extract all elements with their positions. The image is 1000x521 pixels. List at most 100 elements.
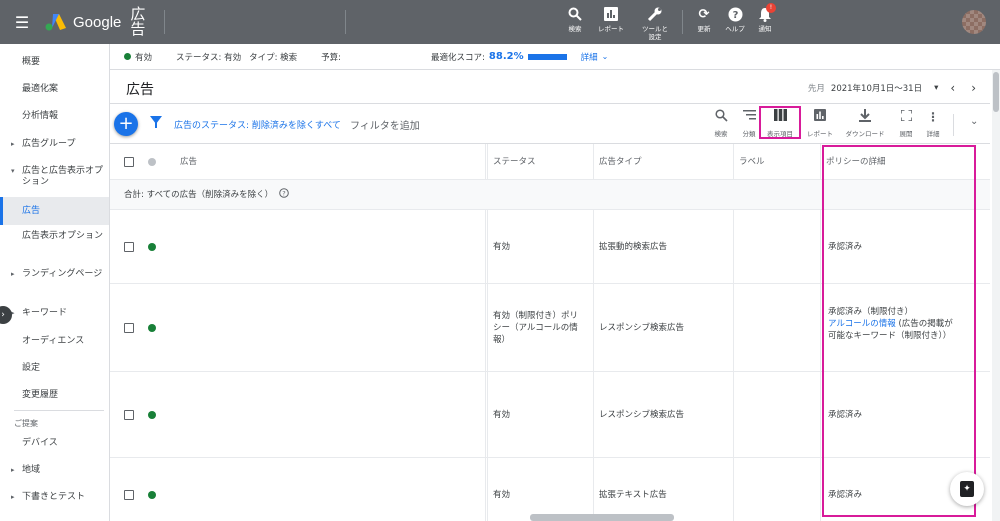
google-ads-logo[interactable]: Google 広告 xyxy=(44,7,146,37)
row-checkbox[interactable] xyxy=(124,284,134,371)
google-ads-logo-mark xyxy=(45,14,66,31)
previous-period-icon[interactable]: ‹ xyxy=(950,81,955,95)
refresh-icon: ⟳ xyxy=(698,6,710,22)
enabled-dot-icon[interactable] xyxy=(148,372,156,457)
top-reports-label: レポート xyxy=(598,25,624,33)
date-range-prefix: 先月 xyxy=(807,84,825,94)
budget-label: 予算: xyxy=(321,52,342,63)
row-checkbox[interactable] xyxy=(124,372,134,457)
highlight-columns-button xyxy=(759,106,801,139)
search-icon xyxy=(714,109,728,125)
enabled-dot-icon[interactable] xyxy=(148,458,156,521)
vertical-scrollbar[interactable] xyxy=(992,70,1000,521)
details-link[interactable]: 詳細 xyxy=(581,51,598,63)
top-notifications-label: 通知 xyxy=(758,25,772,33)
highlight-policy-column xyxy=(822,145,976,517)
sidebar-item-change-history[interactable]: 変更履歴 xyxy=(0,390,109,401)
sidebar-item-ad-extensions[interactable]: 広告表示オプション xyxy=(0,231,109,242)
enabled-dot-icon[interactable] xyxy=(148,210,156,283)
optimization-score-label: 最適化スコア: xyxy=(431,52,485,63)
top-notifications-button[interactable]: ! 通知 xyxy=(745,3,785,33)
column-header-status[interactable]: ステータス xyxy=(493,144,536,179)
campaign-status-bar: 有効 ステータス: 有効 タイプ: 検索 予算: 最適化スコア: 88.2% 詳… xyxy=(110,44,1000,70)
top-refresh-label: 更新 xyxy=(697,25,711,33)
scrollbar-thumb[interactable] xyxy=(993,72,999,112)
top-app-bar: ☰ Google 広告 検索 レポート ツールと設定 ⟳ 更新 ? ヘルプ ! … xyxy=(0,0,1000,44)
toolbar-more-button[interactable]: ⋮ 詳細 xyxy=(913,109,953,138)
row-status: 有効 xyxy=(493,241,511,252)
help-circle-icon[interactable]: ? xyxy=(279,187,289,202)
menu-icon[interactable]: ☰ xyxy=(0,0,44,44)
sidebar-item-devices[interactable]: デバイス xyxy=(0,438,109,449)
svg-text:?: ? xyxy=(732,10,738,21)
total-row-label: 合計: すべての広告（削除済みを除く） xyxy=(124,189,274,200)
feedback-button[interactable]: ✦ xyxy=(950,472,984,506)
enabled-dot-icon[interactable] xyxy=(148,284,156,371)
filter-icon[interactable] xyxy=(150,116,162,128)
top-tools-button[interactable]: ツールと設定 xyxy=(635,6,675,41)
column-header-ad-type[interactable]: 広告タイプ xyxy=(599,144,642,179)
row-ad-type: 拡張動的検索広告 xyxy=(599,241,668,252)
divider xyxy=(682,10,683,34)
row-status: 有効 xyxy=(493,489,511,500)
sidebar-item-ads[interactable]: 広告 xyxy=(0,197,109,225)
column-header-label[interactable]: ラベル xyxy=(739,144,765,179)
toolbar-download-label: ダウンロード xyxy=(845,130,885,138)
optimization-score-value[interactable]: 88.2% xyxy=(489,51,524,62)
collapse-sidebar-icon[interactable]: › xyxy=(0,306,12,324)
chevron-down-icon[interactable]: ⌄ xyxy=(602,52,609,61)
horizontal-scrollbar[interactable] xyxy=(530,514,674,521)
row-ad-type: レスポンシブ検索広告 xyxy=(599,322,685,333)
add-filter-button[interactable]: フィルタを追加 xyxy=(350,117,420,132)
sidebar-item-drafts-experiments[interactable]: 下書きとテスト xyxy=(0,492,109,503)
row-status: 有効（制限付き）ポリシー（アルコールの情報） xyxy=(493,310,579,345)
sidebar-item-recommendations[interactable]: 最適化案 xyxy=(0,84,109,95)
sidebar-divider xyxy=(14,410,104,411)
toolbar-reports-button[interactable]: レポート xyxy=(800,109,840,138)
date-range-value[interactable]: 2021年10月1日～31日 xyxy=(831,82,922,94)
date-range-picker[interactable]: 先月 2021年10月1日～31日 ▾ ‹ › xyxy=(808,81,976,95)
sidebar-item-ads-extensions[interactable]: 広告と広告表示オプション xyxy=(0,166,109,188)
sidebar-item-insights[interactable]: 分析情報 xyxy=(0,111,109,122)
sidebar-item-landing-pages[interactable]: ランディングページ xyxy=(0,269,109,280)
help-icon: ? xyxy=(727,6,743,22)
next-period-icon[interactable]: › xyxy=(971,81,976,95)
sidebar-item-audiences[interactable]: オーディエンス xyxy=(0,336,109,347)
collapse-toolbar-icon[interactable]: ⌄ xyxy=(970,116,978,127)
sidebar-item-keywords[interactable]: キーワード xyxy=(0,308,109,319)
toolbar-more-label: 詳細 xyxy=(926,130,940,138)
enabled-dot-icon xyxy=(124,53,131,60)
toolbar-download-button[interactable]: ダウンロード xyxy=(845,109,885,138)
divider xyxy=(345,10,346,34)
row-checkbox[interactable] xyxy=(124,458,134,521)
add-ad-button[interactable]: + xyxy=(114,112,138,136)
sidebar-item-overview[interactable]: 概要 xyxy=(0,57,109,68)
page-title: 広告 xyxy=(126,82,154,98)
page-header: 広告 先月 2021年10月1日～31日 ▾ ‹ › xyxy=(110,70,990,104)
column-header-ad[interactable]: 広告 xyxy=(180,144,197,179)
toolbar-search-label: 検索 xyxy=(714,130,728,138)
select-all-checkbox[interactable] xyxy=(124,144,134,179)
toolbar-reports-label: レポート xyxy=(807,130,833,138)
sidebar: 概要 最適化案 分析情報 広告グループ 広告と広告表示オプション 広告 広告表示… xyxy=(0,44,110,521)
dropdown-arrow-icon[interactable]: ▾ xyxy=(934,83,938,93)
toolbar-expand-label: 展開 xyxy=(899,130,913,138)
sidebar-section-suggestions: ご提案 xyxy=(14,419,38,428)
status-filter-chip[interactable]: 広告のステータス: 削除済みを除くすべて xyxy=(174,118,341,131)
sidebar-item-locations[interactable]: 地域 xyxy=(0,465,109,476)
status-column-dot xyxy=(148,144,156,179)
sidebar-item-ad-groups[interactable]: 広告グループ xyxy=(0,139,109,150)
expand-icon xyxy=(899,109,913,125)
row-checkbox[interactable] xyxy=(124,210,134,283)
top-reports-button[interactable]: レポート xyxy=(591,6,631,33)
svg-text:?: ? xyxy=(282,189,285,197)
type-label: タイプ: 検索 xyxy=(249,52,298,63)
avatar[interactable] xyxy=(962,10,986,34)
divider xyxy=(164,10,165,34)
top-tools-label: ツールと設定 xyxy=(642,25,668,41)
campaign-status-text: 有効 xyxy=(135,52,153,63)
toolbar-divider xyxy=(953,114,954,136)
reports-icon xyxy=(603,6,619,22)
sidebar-item-settings[interactable]: 設定 xyxy=(0,363,109,374)
top-search-button[interactable]: 検索 xyxy=(555,6,595,33)
